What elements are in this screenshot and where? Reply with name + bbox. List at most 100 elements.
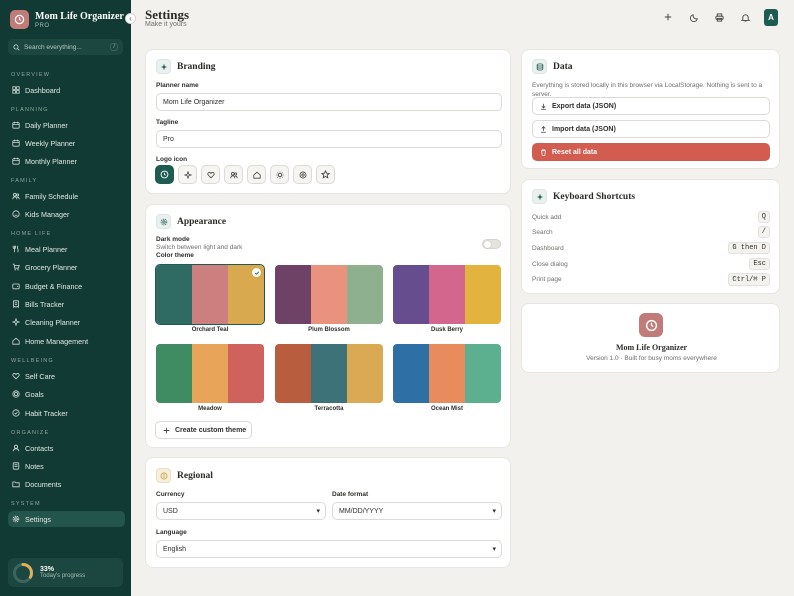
sidebar-item-notes[interactable]: Notes [8,458,125,474]
contact-icon [12,444,20,452]
sidebar-item-label: Notes [25,461,44,471]
theme-name: Meadow [198,406,222,412]
home-grid-icon [12,86,20,94]
sidebar-item-label: Settings [25,514,51,524]
sidebar-item-self-care[interactable]: Self Care [8,368,125,384]
sidebar-item-label: Bills Tracker [25,299,65,309]
theme-swatch [347,265,383,324]
sidebar-item-label: Contacts [25,443,54,453]
planner-name-label: Planner name [156,82,199,89]
shortcut-row: Close dialog Esc [532,258,770,270]
house-icon [12,337,20,345]
planner-name-field[interactable]: Mom Life Organizer [156,93,502,111]
section-organize: ORGANIZE [11,430,50,436]
theme-option[interactable] [275,265,383,324]
sidebar-item-goals[interactable]: Goals [8,386,125,402]
progress-ring [13,562,33,583]
logo-option-flower[interactable] [293,165,312,184]
tagline-field[interactable]: Pro [156,130,502,148]
button-label: Import data (JSON) [552,125,616,133]
currency-value: USD [163,507,178,515]
dark-mode-label: Dark mode [156,236,190,243]
theme-swatch [192,344,228,403]
theme-swatch [393,265,429,324]
shortcut-label: Search [532,228,553,236]
theme-name: Dusk Berry [430,327,463,333]
calendar-week-icon [12,139,20,147]
sidebar-item-monthly-planner[interactable]: Monthly Planner [8,153,125,169]
print-button[interactable] [712,10,726,24]
sidebar-item-settings[interactable]: Settings [8,511,125,527]
avatar[interactable]: A [764,9,778,26]
sidebar-item-label: Self Care [25,371,55,381]
sidebar-item-cleaning-planner[interactable]: Cleaning Planner [8,314,125,330]
language-value: English [163,545,186,553]
logo-option-heart[interactable] [201,165,220,184]
progress-percent: 33% [40,566,55,573]
brand[interactable]: Mom Life Organizer PRO [10,10,124,29]
theme-toggle-button[interactable] [687,10,701,24]
search-placeholder: Search everything... [24,43,82,51]
folder-icon [12,481,20,488]
check-icon [252,268,261,277]
sidebar-item-contacts[interactable]: Contacts [8,440,125,456]
logo-option-house[interactable] [247,165,266,184]
sidebar-item-label: Daily Planner [25,120,68,130]
theme-option[interactable] [156,344,264,403]
heart-icon [206,171,215,178]
date-format-select[interactable]: MM/DD/YYYY ▾ [332,502,502,520]
sidebar-item-budget-finance[interactable]: Budget & Finance [8,278,125,294]
logo-option-sparkle[interactable] [178,165,197,184]
theme-name: Orchard Teal [191,327,229,333]
theme-swatch [347,344,383,403]
color-theme-label: Color theme [156,252,194,259]
sidebar-item-weekly-planner[interactable]: Weekly Planner [8,135,125,151]
download-icon [541,103,546,110]
currency-icon [156,468,171,483]
sidebar: Mom Life Organizer PRO Search everything… [0,0,131,596]
language-select[interactable]: English ▾ [156,540,502,558]
logo-option-star[interactable] [316,165,335,184]
sidebar-item-home-management[interactable]: Home Management [8,333,125,349]
collapse-sidebar-button[interactable]: ‹ [125,13,136,24]
sidebar-item-grocery-planner[interactable]: Grocery Planner [8,259,125,275]
theme-option[interactable] [393,265,501,324]
about-card: Mom Life Organizer Version 1.0 · Built f… [521,303,780,373]
dark-mode-toggle[interactable] [482,239,501,249]
theme-swatch [311,265,347,324]
house-icon [252,171,261,179]
logo-option-users[interactable] [224,165,243,184]
sidebar-item-bills-tracker[interactable]: Bills Tracker [8,296,125,312]
theme-swatch [192,265,228,324]
sidebar-item-label: Cleaning Planner [25,317,81,327]
create-custom-theme-button[interactable]: Create custom theme [155,421,252,439]
header: Settings Make it yours A [131,0,794,36]
logo-option-clock[interactable] [155,165,174,184]
import-data-button[interactable]: Import data (JSON) [532,120,770,138]
sidebar-item-family-schedule[interactable]: Family Schedule [8,188,125,204]
logo-option-sun[interactable] [270,165,289,184]
date-format-label: Date format [332,491,369,498]
sidebar-item-habit-tracker[interactable]: Habit Tracker [8,405,125,421]
search-input[interactable]: Search everything... / [8,39,123,55]
notifications-button[interactable] [738,10,752,24]
database-icon [532,59,547,74]
sidebar-item-meal-planner[interactable]: Meal Planner [8,241,125,257]
shortcut-label: Close dialog [532,260,568,268]
theme-option[interactable] [275,344,383,403]
sidebar-item-daily-planner[interactable]: Daily Planner [8,117,125,133]
sidebar-item-kids-manager[interactable]: Kids Manager [8,206,125,222]
sidebar-item-dashboard[interactable]: Dashboard [8,82,125,98]
currency-label: Currency [156,491,185,498]
language-label: Language [156,529,187,536]
heart-icon [12,373,20,380]
theme-option[interactable] [155,264,265,325]
add-button[interactable] [661,10,675,24]
sidebar-item-documents[interactable]: Documents [8,476,125,492]
currency-select[interactable]: USD ▾ [156,502,326,520]
note-icon [12,462,20,470]
reset-data-button[interactable]: Reset all data [532,143,770,161]
page-subtitle: Make it yours [145,21,187,28]
export-data-button[interactable]: Export data (JSON) [532,97,770,115]
theme-option[interactable] [393,344,501,403]
